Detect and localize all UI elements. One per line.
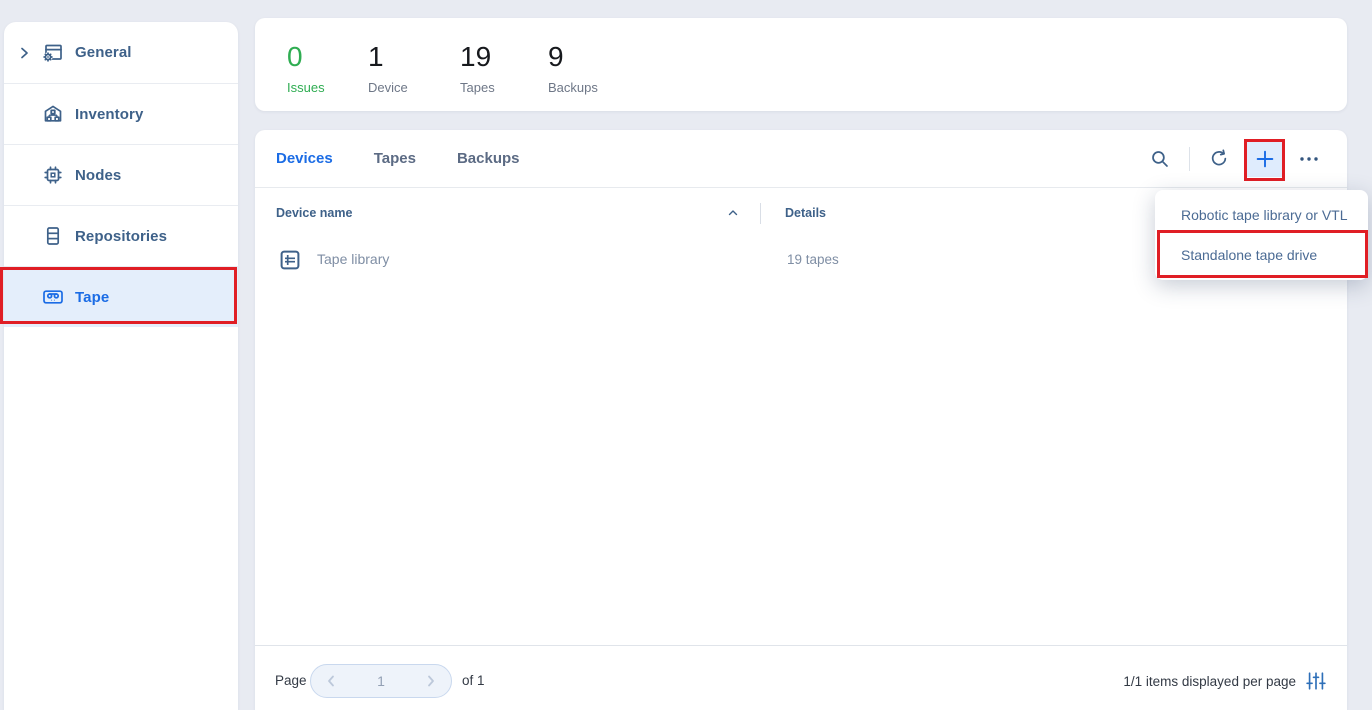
stat-label: Backups — [548, 80, 598, 95]
device-name-cell: Tape library — [317, 251, 389, 267]
details-cell: 19 tapes — [787, 252, 839, 267]
items-summary-label: 1/1 items displayed per page — [1123, 674, 1296, 689]
stat-label: Tapes — [460, 80, 495, 95]
stat-value: 19 — [460, 41, 495, 73]
stat-issues: 0 Issues — [287, 41, 325, 95]
sidebar-item-repositories[interactable]: Repositories — [4, 205, 238, 266]
nodes-icon — [41, 163, 65, 187]
toolbar-divider — [1189, 147, 1190, 171]
toolbar — [1146, 141, 1323, 177]
tab-tapes[interactable]: Tapes — [374, 150, 416, 167]
sidebar-item-label: Nodes — [75, 167, 121, 184]
repositories-icon — [41, 224, 65, 248]
search-icon[interactable] — [1146, 145, 1174, 173]
stat-label: Issues — [287, 80, 325, 95]
tab-devices[interactable]: Devices — [276, 150, 333, 167]
add-device-dropdown-menu: Robotic tape library or VTL Standalone t… — [1155, 190, 1368, 280]
column-header-details: Details — [785, 206, 826, 220]
stat-value: 9 — [548, 41, 598, 73]
table-footer: Page 1 of 1 1/1 items displayed per page — [255, 645, 1347, 710]
sidebar-item-tape[interactable]: Tape — [4, 266, 238, 327]
sidebar-item-label: Tape — [75, 289, 109, 306]
sort-ascending-icon[interactable] — [726, 206, 740, 220]
sidebar-item-label: General — [75, 44, 132, 61]
sidebar-item-inventory[interactable]: Inventory — [4, 83, 238, 144]
current-page-input[interactable]: 1 — [377, 673, 385, 689]
next-page-icon[interactable] — [423, 673, 439, 689]
add-button[interactable] — [1247, 141, 1282, 177]
stat-tapes: 19 Tapes — [460, 41, 495, 95]
stat-value: 0 — [287, 41, 325, 73]
page-label: Page — [275, 673, 307, 688]
pagination-control: 1 — [310, 664, 452, 698]
sidebar-item-general[interactable]: General — [4, 22, 238, 83]
sidebar-item-nodes[interactable]: Nodes — [4, 144, 238, 205]
sidebar-item-label: Repositories — [75, 228, 167, 245]
column-header-device-name[interactable]: Device name — [276, 206, 352, 220]
tabs-toolbar-row: Devices Tapes Backups — [255, 130, 1347, 188]
sidebar: General Inventory Nodes — [4, 22, 238, 710]
more-icon[interactable] — [1295, 145, 1323, 173]
stat-backups: 9 Backups — [548, 41, 598, 95]
menu-item-standalone-tape-drive[interactable]: Standalone tape drive — [1155, 235, 1368, 275]
items-per-page-sliders-icon[interactable] — [1305, 670, 1327, 692]
add-icon — [1254, 148, 1276, 170]
tape-library-icon — [278, 248, 302, 272]
column-divider[interactable] — [760, 203, 761, 224]
stat-value: 1 — [368, 41, 408, 73]
refresh-icon[interactable] — [1205, 145, 1233, 173]
inventory-icon — [41, 102, 65, 126]
sidebar-item-label: Inventory — [75, 106, 143, 123]
tab-bar: Devices Tapes Backups — [276, 150, 520, 167]
general-icon — [41, 41, 65, 65]
summary-stats-card: 0 Issues 1 Device 19 Tapes 9 Backups — [255, 18, 1347, 111]
stat-device: 1 Device — [368, 41, 408, 95]
items-per-page-group: 1/1 items displayed per page — [1123, 670, 1327, 692]
menu-item-robotic-tape-library[interactable]: Robotic tape library or VTL — [1155, 195, 1368, 235]
tab-backups[interactable]: Backups — [457, 150, 520, 167]
stat-label: Device — [368, 80, 408, 95]
previous-page-icon[interactable] — [323, 673, 339, 689]
tape-cassette-icon — [41, 285, 65, 309]
page-count-label: of 1 — [462, 673, 485, 688]
chevron-right-icon[interactable] — [16, 45, 32, 61]
